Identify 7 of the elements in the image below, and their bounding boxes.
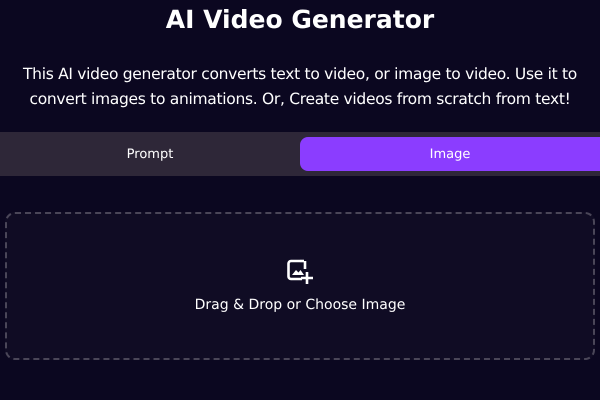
- tab[interactable]: Image: [300, 137, 600, 171]
- add-image-icon: [286, 259, 314, 285]
- drop-zone[interactable]: Drag & Drop or Choose Image: [5, 212, 595, 360]
- drop-label: Drag & Drop or Choose Image: [194, 297, 406, 313]
- tab[interactable]: Prompt: [0, 137, 300, 171]
- page-title: AI Video Generator: [166, 4, 434, 36]
- description: This AI video generator converts text to video, or image to video. Use it to convert images to animations. Or, Create videos from scratch from text!: [22, 64, 578, 110]
